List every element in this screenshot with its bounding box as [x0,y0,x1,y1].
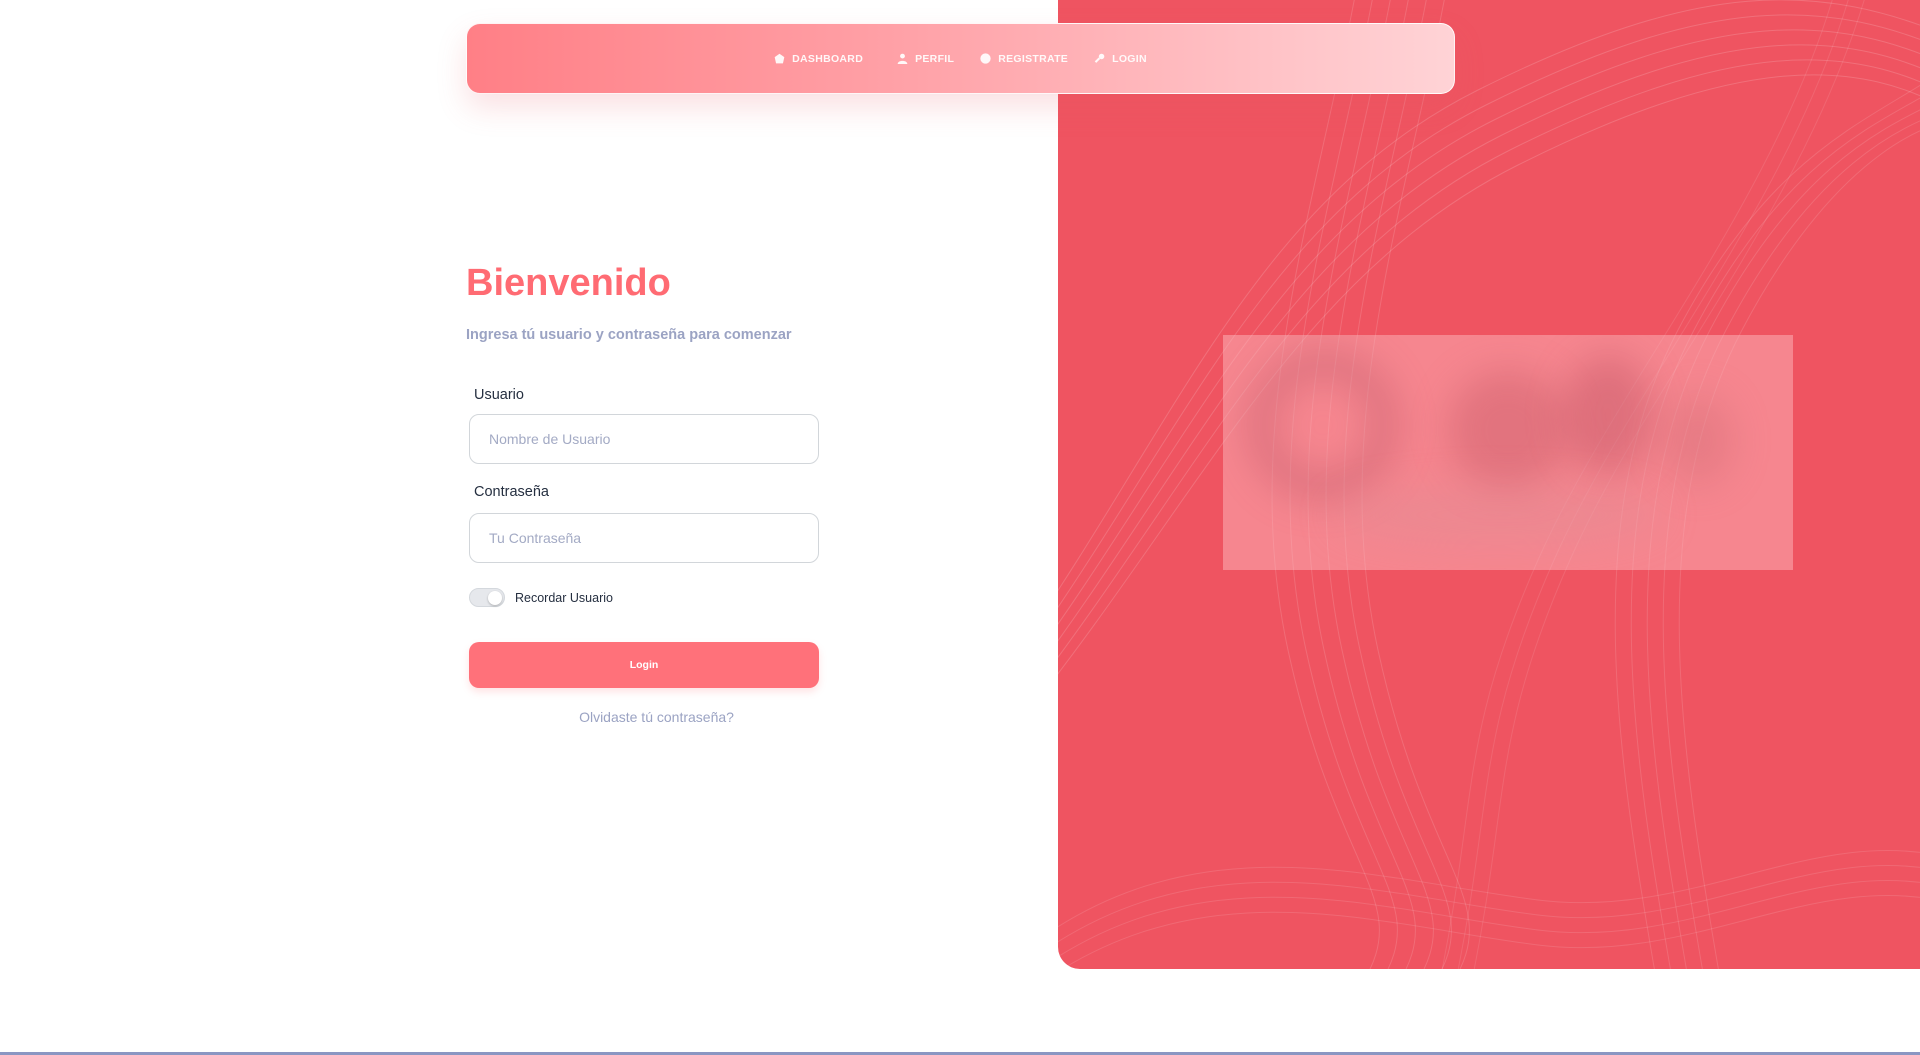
nav-item-login[interactable]: LOGIN [1094,53,1147,65]
login-button[interactable]: Login [469,642,819,688]
password-label: Contraseña [474,484,549,500]
user-icon [897,53,908,64]
nav-item-dashboard[interactable]: DASHBOARD [774,53,863,65]
remember-user-row: Recordar Usuario [469,588,613,607]
nav-item-registrate[interactable]: REGISTRATE [980,53,1068,65]
remember-user-label: Recordar Usuario [515,590,613,605]
key-icon [1094,53,1105,63]
top-navbar: DASHBOARD PERFIL REGISTRATE LOGIN [466,23,1455,94]
user-circle-icon [980,53,991,64]
nav-item-label: DASHBOARD [792,52,864,65]
blurred-logo-card [1223,335,1793,570]
nav-item-label: LOGIN [1112,52,1147,65]
username-label: Usuario [474,387,524,403]
forgot-password-link[interactable]: Olvidaste tú contraseña? [469,709,844,725]
page-subtitle: Ingresa tú usuario y contraseña para com… [466,327,792,343]
nav-item-label: REGISTRATE [998,52,1069,65]
hero-panel [1058,0,1920,969]
remember-user-toggle[interactable] [469,588,505,607]
username-input[interactable] [469,414,819,464]
nav-item-label: PERFIL [915,52,955,65]
password-input[interactable] [469,513,819,563]
dashboard-icon [774,53,785,64]
toggle-knob [488,591,502,605]
nav-item-perfil[interactable]: PERFIL [897,53,954,65]
page-title: Bienvenido [466,262,671,304]
